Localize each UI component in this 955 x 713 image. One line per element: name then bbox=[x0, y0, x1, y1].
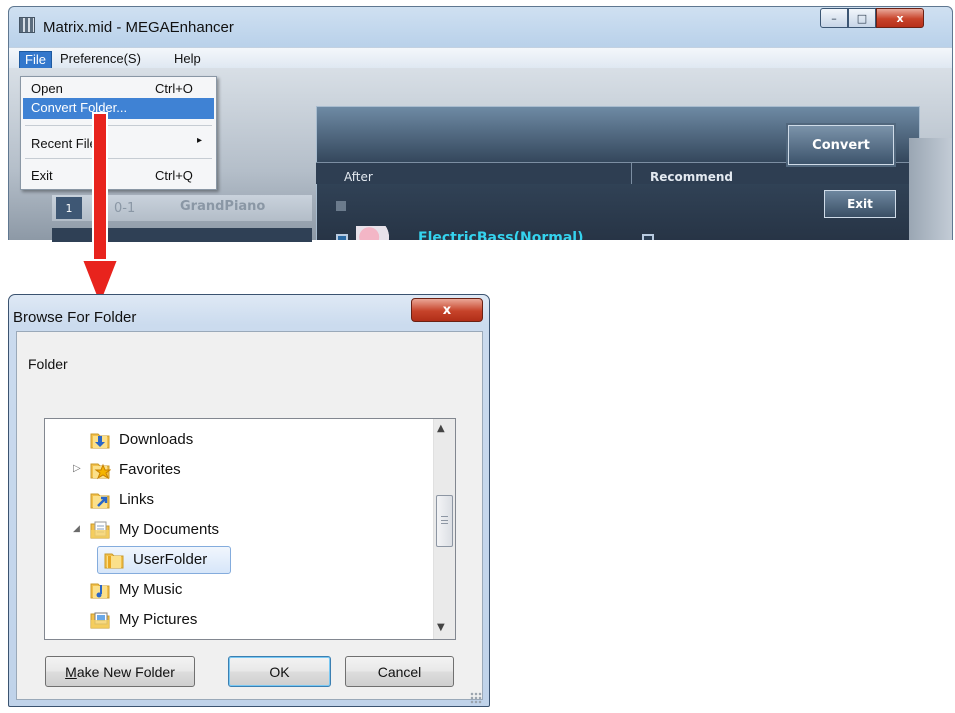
grip-icon bbox=[441, 516, 448, 524]
tree-item-label: Links bbox=[119, 491, 155, 508]
after-checkbox[interactable] bbox=[336, 201, 346, 211]
music-folder-icon bbox=[90, 583, 110, 599]
cancel-button[interactable]: Cancel bbox=[345, 656, 454, 687]
minimize-icon: – bbox=[831, 11, 837, 25]
recommend-checkbox[interactable] bbox=[642, 234, 654, 240]
red-arrow-icon bbox=[80, 112, 120, 309]
tree-item-label: UserFolder bbox=[133, 551, 208, 568]
after-checkbox[interactable] bbox=[336, 234, 348, 240]
downloads-folder-icon bbox=[90, 433, 110, 449]
panel-header-row bbox=[316, 162, 920, 184]
ok-button[interactable]: OK bbox=[228, 656, 331, 687]
menu-bar: File Preference(S) Help bbox=[9, 47, 952, 69]
favorites-folder-icon bbox=[90, 463, 111, 480]
minimize-button[interactable]: – bbox=[820, 8, 848, 28]
resize-grip-icon[interactable] bbox=[470, 692, 482, 704]
tree-item-label: Downloads bbox=[119, 431, 194, 448]
column-divider bbox=[631, 162, 632, 184]
tree-item-label: My Documents bbox=[119, 521, 220, 538]
convert-button[interactable]: Convert bbox=[788, 125, 894, 165]
menu-item-shortcut: Ctrl+Q bbox=[155, 168, 193, 183]
column-header-recommend: Recommend bbox=[650, 170, 734, 184]
folder-icon bbox=[104, 553, 124, 569]
instrument-thumbnail bbox=[356, 226, 400, 240]
menu-item-shortcut: Ctrl+O bbox=[155, 81, 193, 96]
vertical-scrollbar[interactable]: ▲ ▼ bbox=[433, 419, 455, 639]
scroll-down-icon[interactable]: ▼ bbox=[437, 622, 445, 633]
links-folder-icon bbox=[90, 493, 110, 509]
tree-item-downloads[interactable]: Downloads bbox=[45, 425, 429, 455]
tree-item-label: My Music bbox=[119, 581, 183, 598]
title-bar[interactable]: Matrix.mid - MEGAEnhancer – □ x bbox=[9, 7, 952, 43]
tree-item-my-music[interactable]: My Music bbox=[45, 575, 429, 605]
close-button[interactable]: x bbox=[876, 8, 924, 28]
after-instrument: ElectricBass(Normal) bbox=[418, 230, 584, 240]
tree-item-my-pictures[interactable]: My Pictures bbox=[45, 605, 429, 635]
menu-item-label: Exit bbox=[31, 168, 53, 183]
make-new-folder-button[interactable]: Make New Folder bbox=[45, 656, 195, 687]
screenshot-canvas: Matrix.mid - MEGAEnhancer – □ x File Pre… bbox=[0, 0, 955, 713]
button-label: ake New Folder bbox=[76, 663, 175, 680]
track-number-badge: 1 bbox=[56, 197, 82, 219]
tree-item-label: My Pictures bbox=[119, 611, 198, 628]
tree-item-userfolder[interactable]: UserFolder bbox=[45, 545, 429, 575]
tree-item-label: Favorites bbox=[119, 461, 181, 478]
window-title: Matrix.mid - MEGAEnhancer bbox=[43, 19, 234, 36]
menu-item-label: Open bbox=[31, 81, 63, 96]
mnemonic-letter: M bbox=[65, 663, 77, 680]
panel-edge bbox=[909, 138, 952, 240]
menu-file[interactable]: File bbox=[19, 51, 52, 69]
track-instrument: GrandPiano bbox=[180, 199, 266, 214]
menu-preference[interactable]: Preference(S) bbox=[55, 51, 146, 69]
tree-item-my-documents[interactable]: ◢ My Documents bbox=[45, 515, 429, 545]
dialog-title: Browse For Folder bbox=[13, 309, 137, 326]
column-header-after: After bbox=[344, 170, 373, 184]
menu-help[interactable]: Help bbox=[169, 51, 206, 69]
pictures-folder-icon bbox=[90, 612, 110, 629]
scroll-thumb[interactable] bbox=[436, 495, 453, 547]
tree-item-links[interactable]: Links bbox=[45, 485, 429, 515]
scroll-up-icon[interactable]: ▲ bbox=[437, 423, 445, 434]
maximize-button[interactable]: □ bbox=[848, 8, 876, 28]
collapse-arrow-icon[interactable]: ◢ bbox=[73, 523, 80, 534]
app-icon bbox=[19, 17, 35, 33]
submenu-arrow-icon: ▸ bbox=[197, 135, 203, 146]
after-cell: ElectricBass(Normal) bbox=[332, 226, 672, 240]
tree-item-favorites[interactable]: ▷ Favorites bbox=[45, 455, 429, 485]
folder-tree-view[interactable]: Downloads ▷ Favorites Links ◢ My Documen… bbox=[44, 418, 456, 640]
exit-button[interactable]: Exit bbox=[824, 190, 896, 218]
expand-arrow-icon[interactable]: ▷ bbox=[73, 463, 81, 474]
folder-label: Folder bbox=[28, 356, 68, 372]
close-icon: x bbox=[442, 302, 452, 318]
maximize-icon: □ bbox=[856, 11, 868, 25]
dialog-close-button[interactable]: x bbox=[411, 298, 483, 322]
documents-folder-icon bbox=[90, 521, 110, 539]
menu-item-open[interactable]: Open Ctrl+O bbox=[23, 79, 214, 100]
close-icon: x bbox=[896, 11, 904, 25]
